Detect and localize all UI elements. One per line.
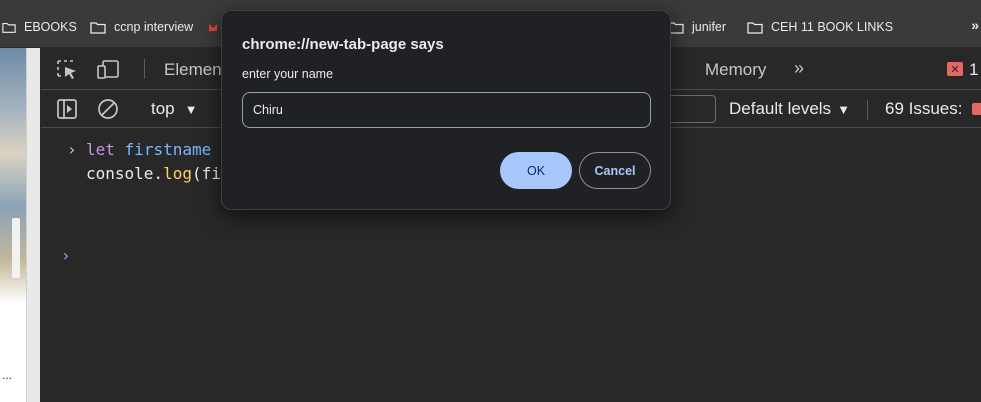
folder-icon — [747, 21, 763, 34]
bookmark-ebooks[interactable]: EBOOKS — [2, 17, 77, 37]
sidebar-toggle-icon[interactable] — [56, 98, 78, 120]
bookmark-junifer[interactable]: junifer — [668, 17, 726, 37]
bookmark-gmail-partial[interactable] — [208, 17, 218, 37]
issues-button[interactable]: 69 Issues: — [885, 99, 963, 119]
bookmark-label: junifer — [692, 20, 727, 34]
folder-icon — [90, 21, 106, 34]
console-prompt-icon[interactable]: › — [61, 246, 71, 265]
context-selector[interactable]: top ▼ — [151, 99, 198, 119]
page-ellipsis: ... — [2, 368, 13, 382]
bookmark-label: CEH 11 BOOK LINKS — [771, 20, 894, 34]
inspect-element-icon[interactable] — [55, 58, 79, 80]
dialog-message: enter your name — [242, 67, 334, 81]
context-label: top — [151, 99, 175, 118]
chevron-right-icon: › — [67, 140, 77, 159]
console-input-line-2: console.log(fi — [86, 164, 221, 183]
cancel-button[interactable]: Cancel — [579, 152, 651, 189]
gmail-icon — [209, 24, 217, 31]
bookmark-label: ccnp interview — [114, 20, 194, 34]
dialog-title: chrome://new-tab-page says — [242, 36, 444, 53]
prompt-dialog: chrome://new-tab-page says enter your na… — [221, 10, 671, 210]
tab-bar-separator — [144, 59, 145, 79]
console-input-line-1: let firstname — [86, 140, 212, 159]
ok-button[interactable]: OK — [500, 152, 572, 189]
error-count[interactable]: 1 — [969, 60, 978, 80]
levels-label: Default levels — [729, 99, 832, 118]
log-levels-dropdown[interactable]: Default levels ▼ — [729, 99, 850, 119]
chevron-down-icon: ▼ — [837, 101, 850, 117]
folder-icon — [2, 22, 16, 33]
bookmark-ccnp-interview[interactable]: ccnp interview — [90, 17, 193, 37]
issues-icon[interactable] — [972, 103, 981, 115]
chevron-down-icon: ▼ — [184, 101, 198, 117]
page-thumb — [12, 218, 20, 278]
tab-memory[interactable]: Memory — [705, 60, 766, 80]
more-tabs-button[interactable]: » — [794, 58, 804, 79]
page-scrollbar[interactable] — [26, 48, 40, 402]
name-input[interactable] — [242, 92, 651, 128]
toolbar-separator — [867, 100, 868, 120]
bookmark-ceh-11-book-links[interactable]: CEH 11 BOOK LINKS — [747, 17, 893, 37]
bookmarks-overflow-button[interactable]: » — [971, 17, 979, 33]
error-icon[interactable]: ✕ — [947, 62, 963, 76]
bookmark-label: EBOOKS — [24, 20, 77, 34]
clear-console-icon[interactable] — [97, 98, 119, 120]
tab-elements[interactable]: Elemen — [164, 60, 222, 80]
page-content-strip: ... — [0, 48, 26, 402]
screen: EBOOKS ccnp interview junifer CEH 11 BOO… — [0, 0, 981, 402]
device-toolbar-icon[interactable] — [96, 58, 120, 80]
